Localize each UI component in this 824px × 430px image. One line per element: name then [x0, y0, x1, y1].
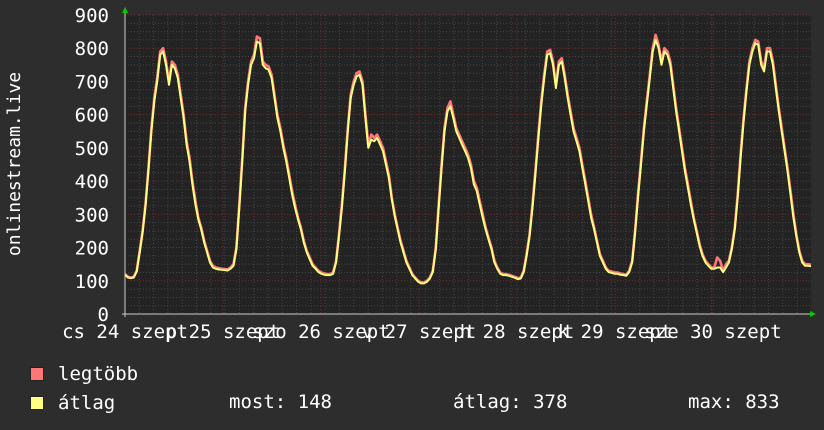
legend-swatch-max: [30, 367, 44, 381]
x-axis-arrow-icon: [810, 311, 816, 317]
x-tick-label: sze 30 szept: [644, 321, 781, 343]
y-tick-label: 900: [75, 5, 109, 27]
y-tick-labels: 0100200300400500600700800900: [75, 5, 109, 326]
stat-max: max: 833: [688, 391, 780, 413]
legend-item-avg: átlag: [30, 391, 115, 415]
legend-swatch-avg: [30, 396, 44, 410]
legend-item-max: legtöbb: [30, 362, 138, 386]
y-tick-label: 500: [75, 138, 109, 160]
y-tick-label: 300: [75, 204, 109, 226]
y-axis-label: onlinestream.live: [4, 72, 25, 256]
y-tick-label: 200: [75, 238, 109, 260]
y-tick-label: 800: [75, 38, 109, 60]
legend-label-max: legtöbb: [58, 363, 139, 385]
stat-current: most: 148: [229, 391, 332, 413]
y-tick-label: 100: [75, 271, 109, 293]
y-tick-label: 600: [75, 105, 109, 127]
y-tick-label: 700: [75, 71, 109, 93]
legend-label-avg: átlag: [58, 392, 116, 414]
x-tick-labels: cs 24 szeptp 25 szeptszo 26 szeptv 27 sz…: [62, 321, 782, 343]
y-axis-arrow-icon: [122, 7, 128, 13]
stat-average: átlag: 378: [453, 391, 568, 413]
y-tick-label: 400: [75, 171, 109, 193]
